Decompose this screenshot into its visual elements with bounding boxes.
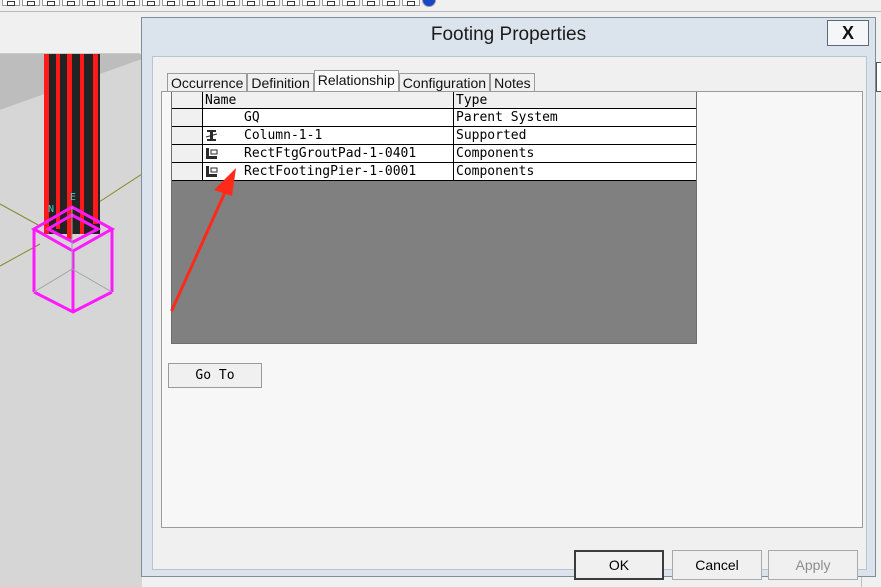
zoom-area-icon[interactable] [242,0,260,6]
type-cell-text: Components [456,164,535,179]
zoom-fit-icon[interactable] [222,0,240,6]
apply-button[interactable]: Apply [768,550,858,580]
magnifier-icon[interactable] [302,0,320,6]
column-header-name[interactable]: Name [203,92,454,108]
name-cell[interactable]: RectFtgGroutPad-1-0401 [203,145,454,162]
tab-configuration[interactable]: Configuration [398,73,491,91]
side-panel-control[interactable] [876,62,881,92]
grid-tool-icon[interactable] [262,0,280,6]
app-panel-strip [0,12,140,54]
pencil-icon[interactable] [122,0,140,6]
name-cell-text: RectFootingPier-1-0001 [244,164,417,179]
table-row[interactable]: RectFootingPier-1-0001 Components [172,163,696,181]
tab-definition[interactable]: Definition [247,73,314,91]
svg-text:E: E [70,192,76,203]
type-cell-text: Parent System [456,110,558,125]
zoom-extents-icon[interactable] [362,0,380,6]
name-cell-text: GQ [244,110,260,125]
app-toolbar [0,0,881,12]
copy-tool-icon[interactable] [162,0,180,6]
3d-graphic-view[interactable]: N E [0,54,142,587]
table-row[interactable]: RectFtgGroutPad-1-0401 Components [172,145,696,163]
type-cell[interactable]: Parent System [454,109,696,126]
dialog-title: Footing Properties [430,24,587,45]
type-cell[interactable]: Components [454,145,696,162]
ok-button[interactable]: OK [574,550,664,580]
component-part-icon [206,148,218,159]
cancel-button[interactable]: Cancel [672,550,762,580]
component-part-icon [206,166,218,177]
relationship-tab-page: Name Type GQ Parent System Column-1-1 Su… [161,91,863,528]
select-tool-icon[interactable] [62,0,80,6]
name-cell[interactable]: GQ [203,109,454,126]
tab-bar: Occurrence Definition Relationship Confi… [167,70,535,91]
frame-tool-icon[interactable] [182,0,200,6]
view-tool-icon[interactable] [82,0,100,6]
row-selector[interactable] [172,163,203,180]
grid-header-row: Name Type [172,92,696,109]
tab-occurrence[interactable]: Occurrence [167,73,248,91]
column-header-name-label: Name [205,93,237,108]
row-selector[interactable] [172,145,203,162]
type-cell[interactable]: Supported [454,127,696,144]
pan-tool-icon[interactable] [2,0,20,6]
name-cell-text: Column-1-1 [244,128,323,143]
row-selector[interactable] [172,127,203,144]
row-selector[interactable] [172,109,203,126]
rotate-tool-icon[interactable] [22,0,40,6]
table-row[interactable]: Column-1-1 Supported [172,127,696,145]
zoom-in-icon[interactable] [322,0,340,6]
type-cell[interactable]: Components [454,163,696,180]
close-button[interactable]: X [827,20,869,46]
zoom-window-icon[interactable] [342,0,360,6]
measure-tool-icon[interactable] [102,0,120,6]
row-selector-header[interactable] [172,92,203,108]
edit-tool-icon[interactable] [142,0,160,6]
tab-relationship[interactable]: Relationship [313,70,399,91]
column-header-type[interactable]: Type [454,92,696,108]
undo-icon[interactable] [42,0,60,6]
name-cell-text: RectFtgGroutPad-1-0401 [244,146,417,161]
name-cell[interactable]: Column-1-1 [203,127,454,144]
3d-model-scene: N E [0,54,142,587]
zoom-previous-icon[interactable] [382,0,400,6]
shape-tool-icon[interactable] [202,0,220,6]
dialog-client-area: Occurrence Definition Relationship Confi… [152,56,867,580]
column-part-icon [205,130,218,141]
refresh-icon[interactable] [402,0,420,6]
column-header-type-label: Type [456,93,488,108]
svg-text:N: N [48,204,54,215]
relationship-grid[interactable]: Name Type GQ Parent System Column-1-1 Su… [171,92,697,344]
table-row[interactable]: GQ Parent System [172,109,696,127]
type-cell-text: Components [456,146,535,161]
dropdown-arrow-icon[interactable] [282,0,300,6]
help-icon[interactable] [422,0,436,7]
tab-notes[interactable]: Notes [490,73,535,91]
name-cell[interactable]: RectFootingPier-1-0001 [203,163,454,180]
footing-properties-dialog: Footing Properties X Occurrence Definiti… [141,17,876,580]
type-cell-text: Supported [456,128,527,143]
go-to-button[interactable]: Go To [168,363,262,388]
